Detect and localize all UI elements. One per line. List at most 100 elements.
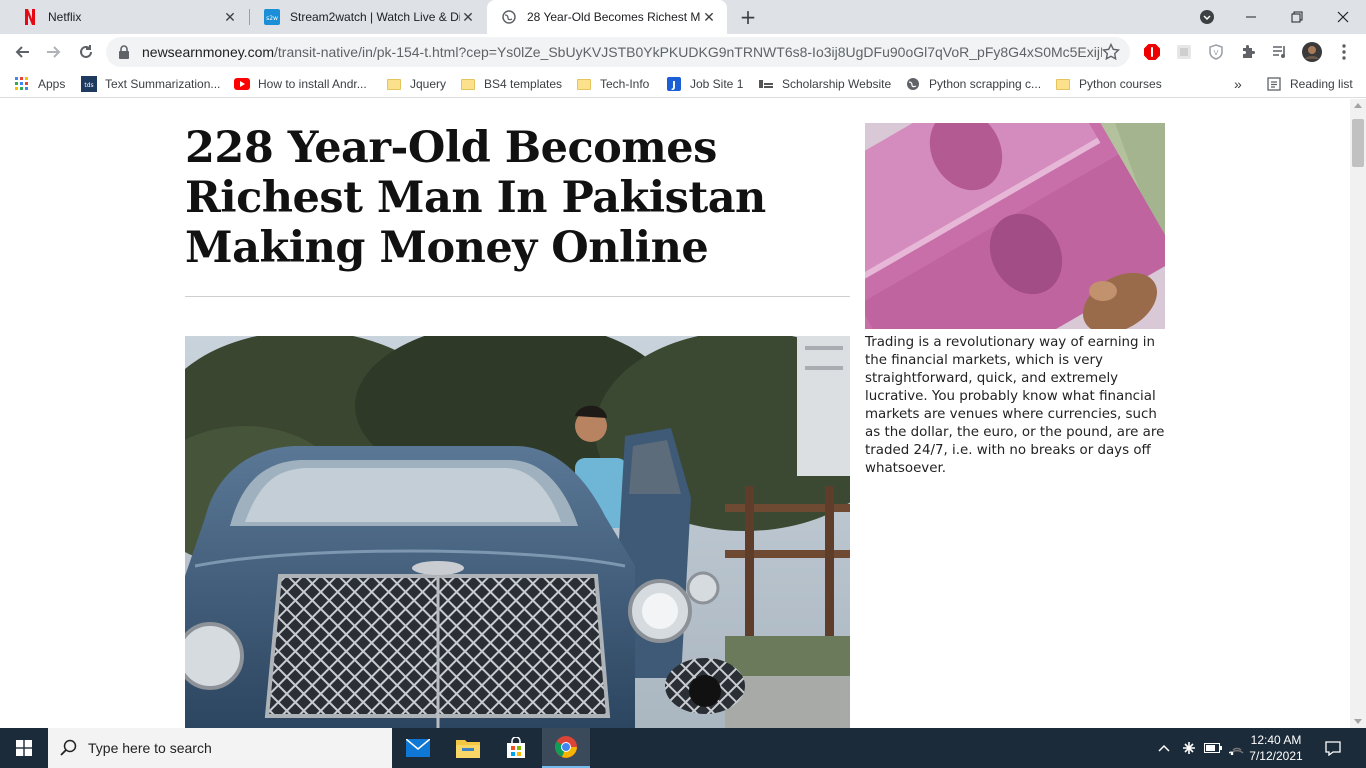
svg-text:J: J: [671, 80, 676, 91]
reading-list-icon: [1266, 76, 1282, 92]
reading-list-button[interactable]: Reading list: [1266, 75, 1353, 93]
close-icon[interactable]: ✕: [460, 9, 476, 25]
search-placeholder: Type here to search: [88, 740, 212, 756]
extension-icon[interactable]: [1174, 42, 1194, 62]
bookmark-scholarship[interactable]: Scholarship Website: [758, 75, 891, 93]
bookmark-jquery[interactable]: Jquery: [386, 75, 446, 93]
globe-icon: [501, 9, 517, 25]
sidebar-photo-banknotes[interactable]: [865, 123, 1165, 329]
puzzle-extensions-icon[interactable]: [1238, 42, 1258, 62]
svg-text:V: V: [1214, 49, 1219, 57]
taskbar-mail-app[interactable]: [394, 728, 442, 768]
site-icon: [758, 76, 774, 92]
bookmark-label: Text Summarization...: [105, 77, 221, 91]
bookmark-label: Job Site 1: [690, 77, 744, 91]
folder-icon: [456, 740, 480, 758]
windows-logo-icon: [16, 740, 32, 756]
back-button[interactable]: [8, 38, 36, 66]
new-tab-button[interactable]: +: [736, 5, 760, 29]
minimize-button[interactable]: [1228, 0, 1274, 34]
scroll-down-arrow-icon[interactable]: [1354, 719, 1362, 724]
bookmark-label: Python courses: [1079, 77, 1162, 91]
taskbar-file-explorer[interactable]: [444, 728, 492, 768]
tab-title: 28 Year-Old Becomes Richest Ma: [527, 10, 701, 24]
mail-icon: [406, 739, 430, 757]
tab-title: Stream2watch | Watch Live & Dir: [290, 10, 460, 24]
bookmark-python-courses[interactable]: Python courses: [1055, 75, 1162, 93]
bookmark-star-icon[interactable]: [1101, 42, 1121, 61]
notification-icon: [1325, 741, 1341, 756]
chrome-menu-icon[interactable]: [1334, 42, 1354, 62]
browser-tab-strip: Netflix ✕ s2w Stream2watch | Watch Live …: [0, 0, 1366, 34]
show-hidden-icons-button[interactable]: [1152, 728, 1176, 768]
folder-icon: [386, 76, 402, 92]
close-window-button[interactable]: [1320, 0, 1366, 34]
lock-icon[interactable]: [118, 45, 132, 59]
globe-icon: [905, 76, 921, 92]
close-icon[interactable]: ✕: [222, 9, 238, 25]
youtube-icon: [234, 76, 250, 92]
j-icon: J: [666, 76, 682, 92]
clock-time: 12:40 AM: [1250, 733, 1302, 747]
adblock-extension-icon[interactable]: [1142, 42, 1162, 62]
folder-icon: [1055, 76, 1071, 92]
sidebar-article-text: Trading is a revolutionary way of earnin…: [865, 335, 1165, 476]
system-clock[interactable]: 12:40 AM 7/12/2021: [1244, 732, 1308, 764]
bookmark-label: Reading list: [1290, 77, 1353, 91]
bookmark-label: Apps: [38, 77, 66, 91]
profile-avatar[interactable]: [1302, 42, 1322, 62]
headline-divider: [185, 296, 850, 297]
reload-icon: [80, 45, 92, 58]
tab-article[interactable]: 28 Year-Old Becomes Richest Ma ✕: [487, 0, 727, 34]
tab-netflix[interactable]: Netflix ✕: [8, 0, 248, 34]
hero-photo-car[interactable]: [185, 336, 850, 728]
bookmark-label: How to install Andr...: [258, 77, 367, 91]
scroll-up-arrow-icon[interactable]: [1354, 103, 1362, 108]
page-scrollbar[interactable]: [1350, 99, 1366, 728]
shield-icon[interactable]: V: [1206, 42, 1226, 62]
svg-text:s2w: s2w: [266, 15, 278, 22]
url-host: newsearnmoney.com: [142, 44, 275, 60]
article-headline: 228 Year-Old Becomes Richest Man In Paki…: [185, 123, 850, 273]
arrow-right-icon: [47, 46, 61, 58]
forward-button[interactable]: [40, 38, 68, 66]
close-icon[interactable]: ✕: [701, 9, 717, 25]
tab-search-button[interactable]: [1184, 0, 1230, 34]
media-control-icon[interactable]: [1270, 42, 1290, 62]
restore-button[interactable]: [1274, 0, 1320, 34]
bookmark-label: Scholarship Website: [782, 77, 892, 91]
search-icon: [60, 739, 77, 756]
tray-app-icon[interactable]: [1178, 728, 1200, 768]
bookmark-label: Tech-Info: [600, 77, 650, 91]
start-button[interactable]: [0, 728, 48, 768]
notifications-button[interactable]: [1316, 728, 1350, 768]
address-bar[interactable]: newsearnmoney.com/transit-native/in/pk-1…: [106, 37, 1130, 67]
bookmark-bs4-templates[interactable]: BS4 templates: [460, 75, 562, 93]
clock-date: 7/12/2021: [1249, 749, 1303, 763]
tab-stream2watch[interactable]: s2w Stream2watch | Watch Live & Dir ✕: [250, 0, 486, 34]
battery-icon[interactable]: [1202, 728, 1224, 768]
folder-icon: [576, 76, 592, 92]
scrollbar-thumb[interactable]: [1352, 119, 1364, 167]
web-page-content: 228 Year-Old Becomes Richest Man In Paki…: [0, 99, 1350, 728]
taskbar-search-box[interactable]: Type here to search: [48, 728, 392, 768]
store-icon: [507, 737, 525, 758]
browser-toolbar: newsearnmoney.com/transit-native/in/pk-1…: [0, 34, 1366, 70]
url-text[interactable]: newsearnmoney.com/transit-native/in/pk-1…: [142, 44, 1102, 60]
bookmark-job-site[interactable]: J Job Site 1: [666, 75, 743, 93]
more-bookmarks-button[interactable]: »: [1234, 75, 1242, 93]
bookmark-apps[interactable]: Apps: [14, 75, 65, 93]
tds-icon: tds: [81, 76, 97, 92]
bookmark-python-scrapping[interactable]: Python scrapping c...: [905, 75, 1041, 93]
stream2watch-icon: s2w: [264, 9, 280, 25]
netflix-icon: [22, 9, 38, 25]
taskbar-store-app[interactable]: [492, 728, 540, 768]
taskbar-chrome-app[interactable]: [542, 728, 590, 768]
bookmark-tech-info[interactable]: Tech-Info: [576, 75, 649, 93]
reload-button[interactable]: [72, 38, 100, 66]
tab-title: Netflix: [48, 10, 82, 24]
headline-line: 228 Year-Old Becomes: [185, 123, 717, 173]
bookmark-install-android[interactable]: How to install Andr...: [234, 75, 367, 93]
folder-icon: [460, 76, 476, 92]
bookmark-text-summarization[interactable]: tds Text Summarization...: [81, 75, 220, 93]
